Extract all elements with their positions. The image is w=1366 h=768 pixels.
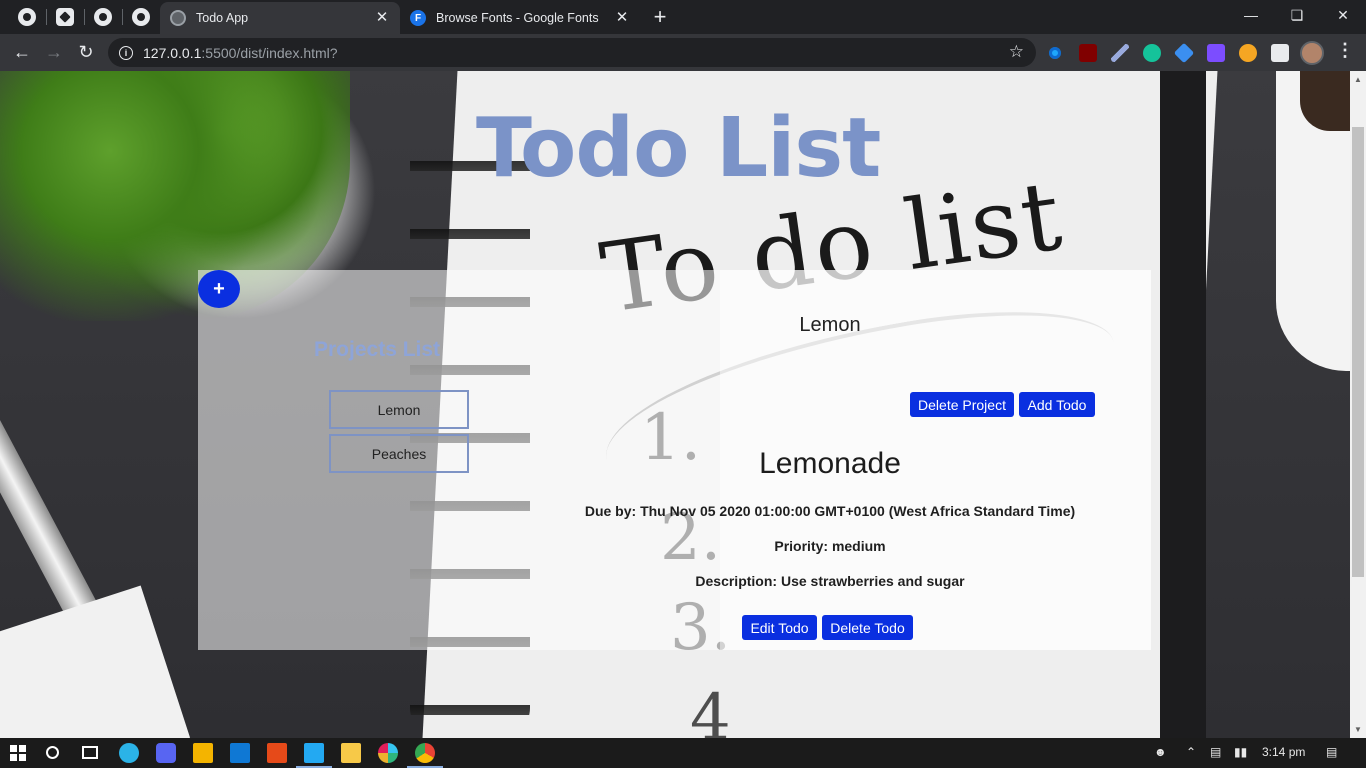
people-icon[interactable]: ☻ (1154, 745, 1167, 759)
vimium-icon[interactable] (1207, 44, 1225, 62)
edit-todo-button[interactable]: Edit Todo (742, 615, 817, 640)
windows-taskbar: ☻ ⌃ ▤ ▮▮ 3:14 pm ▤ (0, 738, 1366, 768)
browser-toolbar: ← → ↻ i 127.0.0.1:5500/dist/index.html? … (0, 34, 1366, 71)
network-icon[interactable]: ▤ (1210, 745, 1221, 759)
chevron-up-icon[interactable]: ⌃ (1186, 745, 1196, 759)
delete-project-button[interactable]: Delete Project (910, 392, 1014, 417)
task-view-icon[interactable] (82, 746, 98, 759)
todo-title: Lemonade (759, 447, 901, 480)
discord-icon[interactable] (156, 743, 176, 763)
search-icon[interactable] (46, 746, 59, 759)
todo-description: Description: Use strawberries and sugar (695, 573, 965, 589)
page-title: Todo List (476, 101, 881, 196)
site-info-icon[interactable]: i (119, 45, 133, 60)
codepen-icon (56, 8, 74, 26)
pinned-tab-github[interactable] (8, 0, 46, 34)
profile-avatar[interactable] (1300, 41, 1324, 65)
tab-todo-app[interactable]: Todo App ✕ (160, 2, 400, 34)
new-tab-button[interactable]: + (648, 6, 672, 30)
chrome-icon[interactable] (415, 743, 435, 763)
extension-c-icon[interactable] (1046, 44, 1064, 62)
browser-menu-icon[interactable]: ⋮ (1336, 40, 1354, 61)
add-todo-button[interactable]: Add Todo (1019, 392, 1095, 417)
close-window-button[interactable]: ✕ (1320, 0, 1366, 30)
project-item-lemon[interactable]: Lemon (329, 390, 469, 429)
tab-title: Todo App (196, 11, 249, 25)
store-icon[interactable] (193, 743, 213, 763)
ublock-icon[interactable] (1079, 44, 1097, 62)
github-icon (94, 8, 112, 26)
file-explorer-icon[interactable] (341, 743, 361, 763)
browser-tab-strip: Todo App ✕ F Browse Fonts - Google Fonts… (0, 0, 1366, 34)
back-button[interactable]: ← (8, 38, 36, 66)
reload-button[interactable]: ↻ (72, 38, 100, 66)
current-project-name: Lemon (799, 314, 861, 336)
pinned-tab-github-3[interactable] (122, 0, 160, 34)
pinned-tab-github-2[interactable] (84, 0, 122, 34)
page-scrollbar[interactable]: ▲ ▼ (1350, 71, 1366, 738)
delete-todo-button[interactable]: Delete Todo (822, 615, 913, 640)
github-icon (132, 8, 150, 26)
background-paper (0, 585, 191, 738)
pen-icon[interactable] (1111, 44, 1129, 62)
projects-heading: Projects List (314, 338, 441, 361)
scrollbar-thumb[interactable] (1352, 127, 1364, 577)
bookmark-star-icon[interactable]: ☆ (1009, 42, 1024, 62)
tab-title: Browse Fonts - Google Fonts (436, 11, 599, 25)
todo-panel: + Projects List Lemon Peaches Lemon Dele… (198, 270, 1151, 650)
todo-due-date: Due by: Thu Nov 05 2020 01:00:00 GMT+010… (584, 503, 1076, 519)
background-number: 4 (690, 681, 731, 738)
mail-icon[interactable] (230, 743, 250, 763)
clock-time[interactable]: 3:14 pm (1262, 745, 1305, 759)
close-tab-icon[interactable]: ✕ (374, 10, 390, 26)
globe-icon (170, 10, 186, 26)
slack-icon[interactable] (378, 743, 398, 763)
pinned-tab-codepen[interactable] (46, 0, 84, 34)
url-text: 127.0.0.1:5500/dist/index.html? (143, 44, 338, 61)
restore-button[interactable]: ❏ (1274, 0, 1320, 30)
windows-start-icon[interactable] (10, 745, 26, 761)
extension-diamond-icon[interactable] (1173, 42, 1195, 64)
vscode-icon[interactable] (304, 743, 324, 763)
close-tab-icon[interactable]: ✕ (614, 10, 630, 26)
forward-button[interactable]: → (40, 38, 68, 66)
scroll-down-icon[interactable]: ▼ (1354, 725, 1362, 734)
address-bar[interactable]: i 127.0.0.1:5500/dist/index.html? ☆ (108, 38, 1036, 67)
background-notebook-edge (1160, 71, 1206, 738)
notifications-icon[interactable]: ▤ (1326, 745, 1337, 759)
todo-priority: Priority: medium (774, 538, 886, 554)
eyes-icon[interactable] (1239, 44, 1257, 62)
page-viewport: To do list 1. 2. 3. 4 Todo List + Projec… (0, 71, 1366, 738)
add-project-button[interactable]: + (198, 270, 240, 308)
scroll-up-icon[interactable]: ▲ (1354, 75, 1362, 84)
puzzle-icon[interactable] (1271, 44, 1289, 62)
grammarly-icon[interactable] (1143, 44, 1161, 62)
google-fonts-icon: F (410, 10, 426, 26)
battery-icon[interactable]: ▮▮ (1234, 745, 1247, 759)
office-icon[interactable] (267, 743, 287, 763)
github-icon (18, 8, 36, 26)
edge-icon[interactable] (119, 743, 139, 763)
tab-google-fonts[interactable]: F Browse Fonts - Google Fonts ✕ (400, 2, 640, 34)
minimize-button[interactable]: — (1228, 0, 1274, 30)
